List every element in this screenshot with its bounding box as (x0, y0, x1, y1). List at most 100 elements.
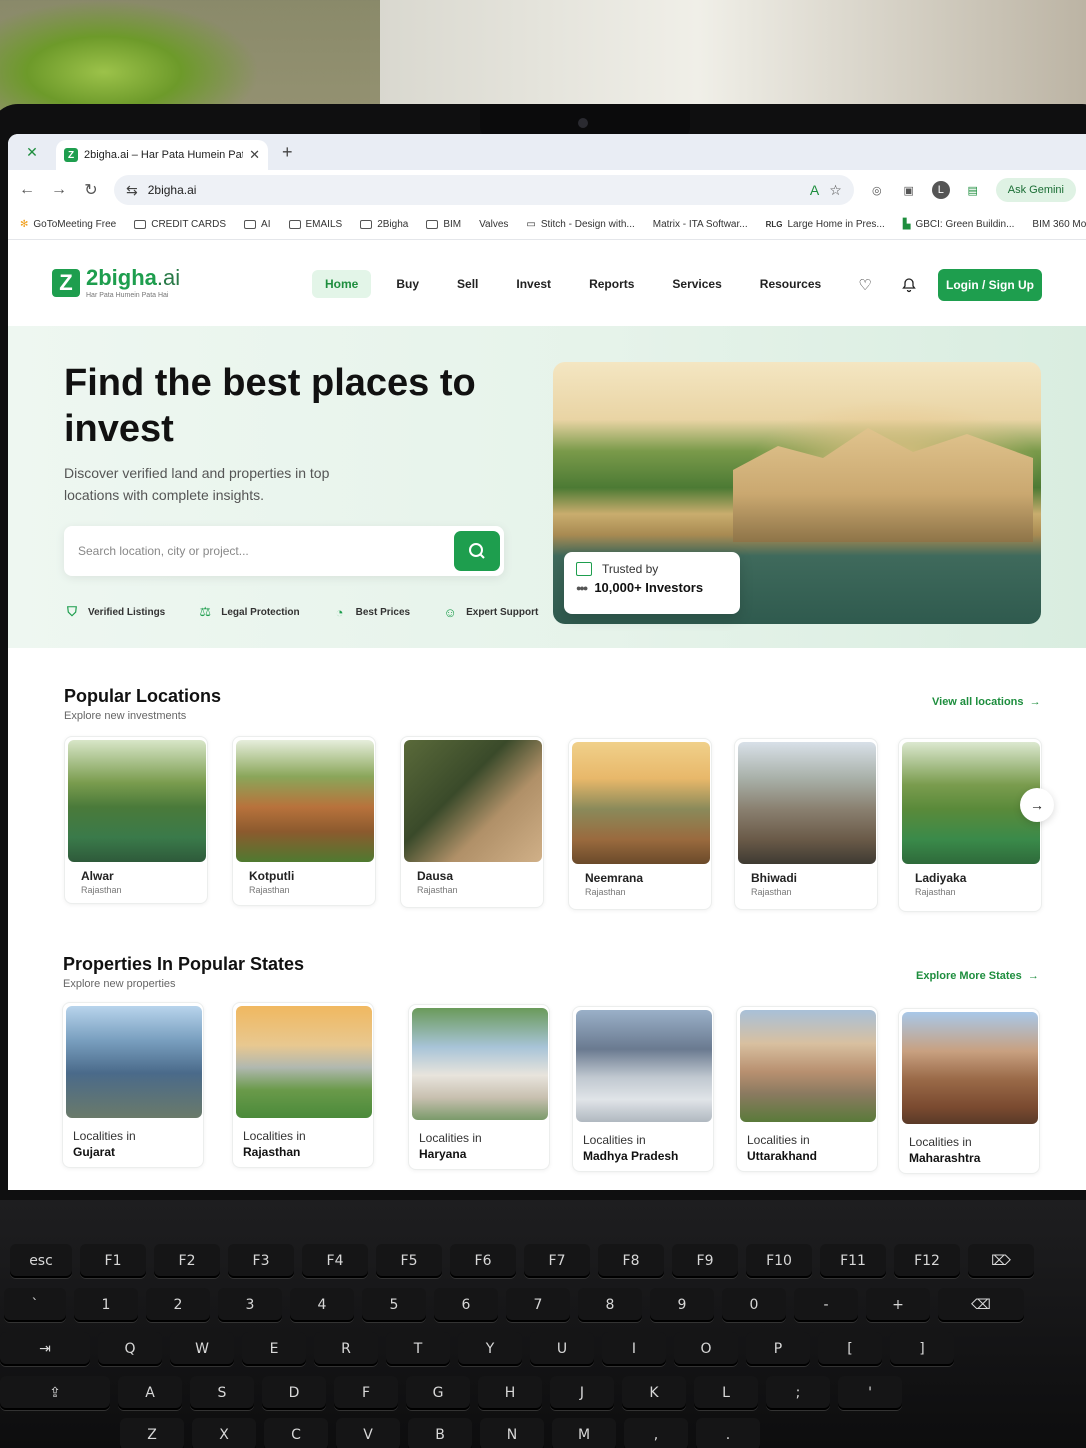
stitch-icon: ▭ (526, 219, 536, 230)
state-card[interactable]: Localities in Haryana (408, 1004, 550, 1170)
profile-avatar[interactable]: L (931, 181, 950, 199)
state-card[interactable]: Localities in Rajasthan (232, 1002, 374, 1168)
bookmark-item[interactable]: CREDIT CARDS (134, 219, 226, 230)
laptop-screen: ✕ Z 2bigha.ai – Har Pata Humein Pata Hai… (8, 134, 1086, 1190)
popular-states-section: Properties In Popular States Explore new… (8, 946, 1086, 1190)
rlg-icon: RLG (765, 220, 783, 229)
avatars-icon: ●●● (576, 582, 588, 593)
nav-reports[interactable]: Reports (576, 270, 647, 298)
location-image (572, 742, 710, 864)
keyboard-key: ⌦ (968, 1244, 1034, 1278)
bookmark-item[interactable]: BIM 360 Mo (1032, 219, 1086, 230)
nav-buy[interactable]: Buy (383, 270, 432, 298)
keyboard-key: F4 (302, 1244, 368, 1278)
bookmark-item[interactable]: Matrix - ITA Softwar... (653, 219, 748, 230)
state-card[interactable]: Localities in Madhya Pradesh (572, 1006, 714, 1172)
keyboard-key: L (694, 1376, 758, 1410)
keyboard-key: X (192, 1418, 256, 1448)
url-text: 2bigha.ai (147, 183, 197, 197)
back-icon[interactable]: ← (18, 181, 36, 199)
keyboard-key: F (334, 1376, 398, 1410)
bookmark-item[interactable]: BIM (426, 219, 461, 230)
bell-icon[interactable] (894, 270, 924, 300)
keyboard-key: J (550, 1376, 614, 1410)
search-input[interactable] (78, 544, 454, 558)
folder-icon (244, 220, 257, 229)
excel-app-icon[interactable]: ✕ (22, 142, 42, 162)
location-image (404, 740, 542, 862)
new-tab-button[interactable]: + (282, 142, 293, 163)
bookmark-star-icon[interactable]: ☆ (829, 182, 842, 199)
bookmark-item[interactable]: RLG Large Home in Pres... (766, 219, 885, 230)
hero-subtitle: Discover verified land and properties in… (64, 465, 330, 503)
extension-icon[interactable]: ◎ (868, 181, 886, 199)
extension-2-icon[interactable]: ▣ (900, 181, 918, 199)
location-card[interactable]: Neemrana Rajasthan (568, 738, 712, 910)
keyboard-key: M (552, 1418, 616, 1448)
bookmark-item[interactable]: EMAILS (288, 219, 342, 230)
state-card[interactable]: Localities in Gujarat (62, 1002, 204, 1168)
bookmark-item[interactable]: ▭ Stitch - Design with... (526, 219, 634, 230)
nav-invest[interactable]: Invest (503, 270, 564, 298)
nav-home[interactable]: Home (312, 270, 372, 298)
heart-icon[interactable]: ♡ (850, 270, 880, 300)
address-bar[interactable]: ⇆ 2bigha.ai A ☆ (114, 175, 854, 205)
explore-more-states-link[interactable]: Explore More States → (916, 970, 1039, 982)
folder-icon (288, 220, 301, 229)
search-button[interactable] (454, 531, 500, 571)
keyboard-key: F2 (154, 1244, 220, 1278)
location-card[interactable]: Alwar Rajasthan (64, 736, 208, 904)
bookmark-item[interactable]: ▙ GBCI: Green Buildin... (903, 219, 1015, 230)
login-signup-button[interactable]: Login / Sign Up (938, 269, 1042, 301)
hero-search-bar (64, 526, 504, 576)
location-card[interactable]: Ladiyaka Rajasthan (898, 738, 1042, 912)
keyboard-key: K (622, 1376, 686, 1410)
state-card[interactable]: Localities in Maharashtra (898, 1008, 1040, 1174)
location-card[interactable]: Dausa Rajasthan (400, 736, 544, 908)
keyboard-key: H (478, 1376, 542, 1410)
state-card[interactable]: Localities in Uttarakhand (736, 1006, 878, 1172)
keyboard-key: 3 (218, 1288, 282, 1322)
browser-tab[interactable]: Z 2bigha.ai – Har Pata Humein Pata Hai ✕ (56, 140, 268, 170)
keyboard-key: 8 (578, 1288, 642, 1322)
carousel-next-button[interactable]: → (1020, 788, 1054, 822)
keyboard-key: Q (98, 1332, 162, 1366)
keyboard-key: [ (818, 1332, 882, 1366)
nav-sell[interactable]: Sell (444, 270, 491, 298)
bookmark-item[interactable]: AI (244, 219, 271, 230)
location-image (68, 740, 206, 862)
keyboard-key: V (336, 1418, 400, 1448)
bookmark-item[interactable]: 2Bigha (360, 219, 408, 230)
keyboard-key: Z (120, 1418, 184, 1448)
location-card[interactable]: Bhiwadi Rajasthan (734, 738, 878, 910)
keyboard-key: N (480, 1418, 544, 1448)
translate-icon[interactable]: A (810, 182, 819, 198)
keyboard-key: E (242, 1332, 306, 1366)
site-settings-icon[interactable]: ⇆ (126, 182, 138, 199)
ask-gemini-button[interactable]: Ask Gemini (995, 178, 1076, 202)
forward-icon[interactable]: → (50, 181, 68, 199)
bookmark-item[interactable]: ✻ GoToMeeting Free (20, 219, 116, 230)
bookmark-item[interactable]: Valves (479, 219, 508, 230)
sheets-extension-icon[interactable]: ▤ (964, 181, 982, 199)
location-image (236, 740, 374, 862)
tab-close-icon[interactable]: ✕ (249, 147, 260, 163)
keyboard-key: 1 (74, 1288, 138, 1322)
keyboard-key: ' (838, 1376, 902, 1410)
reload-icon[interactable]: ↻ (82, 180, 100, 200)
nav-resources[interactable]: Resources (747, 270, 834, 298)
trust-badge: Trusted by ●●● 10,000+ Investors (564, 552, 740, 614)
site-logo[interactable]: Z 2bigha.ai Har Pata Humein Pata Hai (52, 267, 180, 299)
keyboard-key: F1 (80, 1244, 146, 1278)
hero-title: Find the best places to invest (64, 362, 476, 450)
section-title: Popular Locations (64, 686, 222, 706)
folder-icon (426, 220, 439, 229)
state-image (236, 1006, 372, 1118)
nav-services[interactable]: Services (659, 270, 734, 298)
browser-tab-bar: ✕ Z 2bigha.ai – Har Pata Humein Pata Hai… (8, 134, 1086, 170)
location-card[interactable]: Kotputli Rajasthan (232, 736, 376, 906)
camera-icon (578, 118, 588, 128)
tab-title: 2bigha.ai – Har Pata Humein Pata Hai (84, 149, 243, 161)
view-all-locations-link[interactable]: View all locations → (932, 696, 1041, 708)
keyboard-key: P (746, 1332, 810, 1366)
